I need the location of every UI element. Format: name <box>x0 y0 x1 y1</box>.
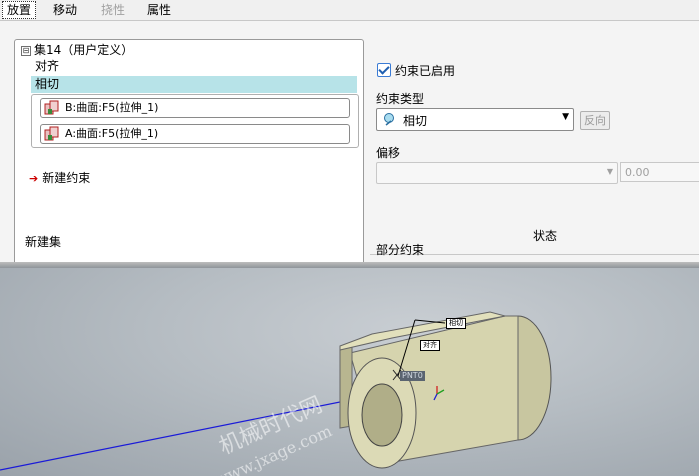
status-text: 部分约束 <box>376 243 425 257</box>
new-constraint-link[interactable]: ➔ 新建约束 <box>29 170 90 186</box>
tab-flexibility[interactable]: 挠性 <box>97 1 129 19</box>
bore-hole <box>361 383 403 447</box>
offset-label: 偏移 <box>376 146 401 160</box>
tab-properties[interactable]: 属性 <box>143 1 175 19</box>
tab-bar: 放置 移动 挠性 属性 <box>0 0 699 21</box>
placement-panel: ⊟ 集14（用户定义） 对齐 相切 B:曲面:F5(拉伸_1) A:曲面:F5(… <box>0 21 699 279</box>
tab-placement[interactable]: 放置 <box>2 1 37 19</box>
chevron-down-icon: ▼ <box>562 112 569 122</box>
tree-root-set[interactable]: ⊟ 集14（用户定义） <box>21 42 133 58</box>
constraint-type-value: 相切 <box>403 114 428 128</box>
surface-icon <box>44 126 59 141</box>
point-label: PNT0 <box>400 371 425 381</box>
tree-item-align[interactable]: 对齐 <box>35 58 59 74</box>
reference-label: A:曲面:F5(拉伸_1) <box>65 127 159 140</box>
reference-item-b[interactable]: B:曲面:F5(拉伸_1) <box>40 98 350 118</box>
constraint-tree[interactable]: ⊟ 集14（用户定义） 对齐 相切 B:曲面:F5(拉伸_1) A:曲面:F5(… <box>14 39 364 279</box>
tab-move[interactable]: 移动 <box>49 1 81 19</box>
new-constraint-label: 新建约束 <box>42 171 91 185</box>
3d-viewport[interactable]: 相切 对齐 PNT0 机械时代网 www.jxage.com <box>0 268 699 476</box>
constraint-type-select[interactable]: 相切 ▼ <box>376 108 574 131</box>
flip-button[interactable]: 反向 <box>580 111 610 130</box>
tangent-callout: 相切 <box>446 318 466 329</box>
surface-icon <box>44 100 59 115</box>
collapse-icon[interactable]: ⊟ <box>21 45 31 56</box>
model-graphics <box>0 311 552 471</box>
align-callout: 对齐 <box>420 340 440 351</box>
reference-item-a[interactable]: A:曲面:F5(拉伸_1) <box>40 124 350 144</box>
constraint-enabled-checkbox[interactable] <box>377 63 391 77</box>
set-label: 集14（用户定义） <box>34 43 134 57</box>
red-arrow-icon: ➔ <box>29 172 39 185</box>
status-header: 状态 <box>530 227 561 244</box>
assembly-dialog: 放置 移动 挠性 属性 ⊟ 集14（用户定义） 对齐 相切 B:曲面:F5(拉伸_… <box>0 0 699 476</box>
tree-item-tangent-selected[interactable]: 相切 <box>31 76 357 93</box>
constraint-type-label: 约束类型 <box>376 92 425 106</box>
reference-label: B:曲面:F5(拉伸_1) <box>65 101 159 114</box>
offset-type-select[interactable]: ▼ <box>376 162 618 184</box>
reference-list: B:曲面:F5(拉伸_1) A:曲面:F5(拉伸_1) <box>31 94 359 148</box>
tangent-icon <box>384 113 394 126</box>
new-set-link[interactable]: 新建集 <box>25 233 61 250</box>
offset-value-field[interactable]: 0.00 <box>620 162 699 182</box>
chevron-down-icon: ▼ <box>606 167 613 176</box>
constraint-enabled-label: 约束已启用 <box>395 64 456 78</box>
